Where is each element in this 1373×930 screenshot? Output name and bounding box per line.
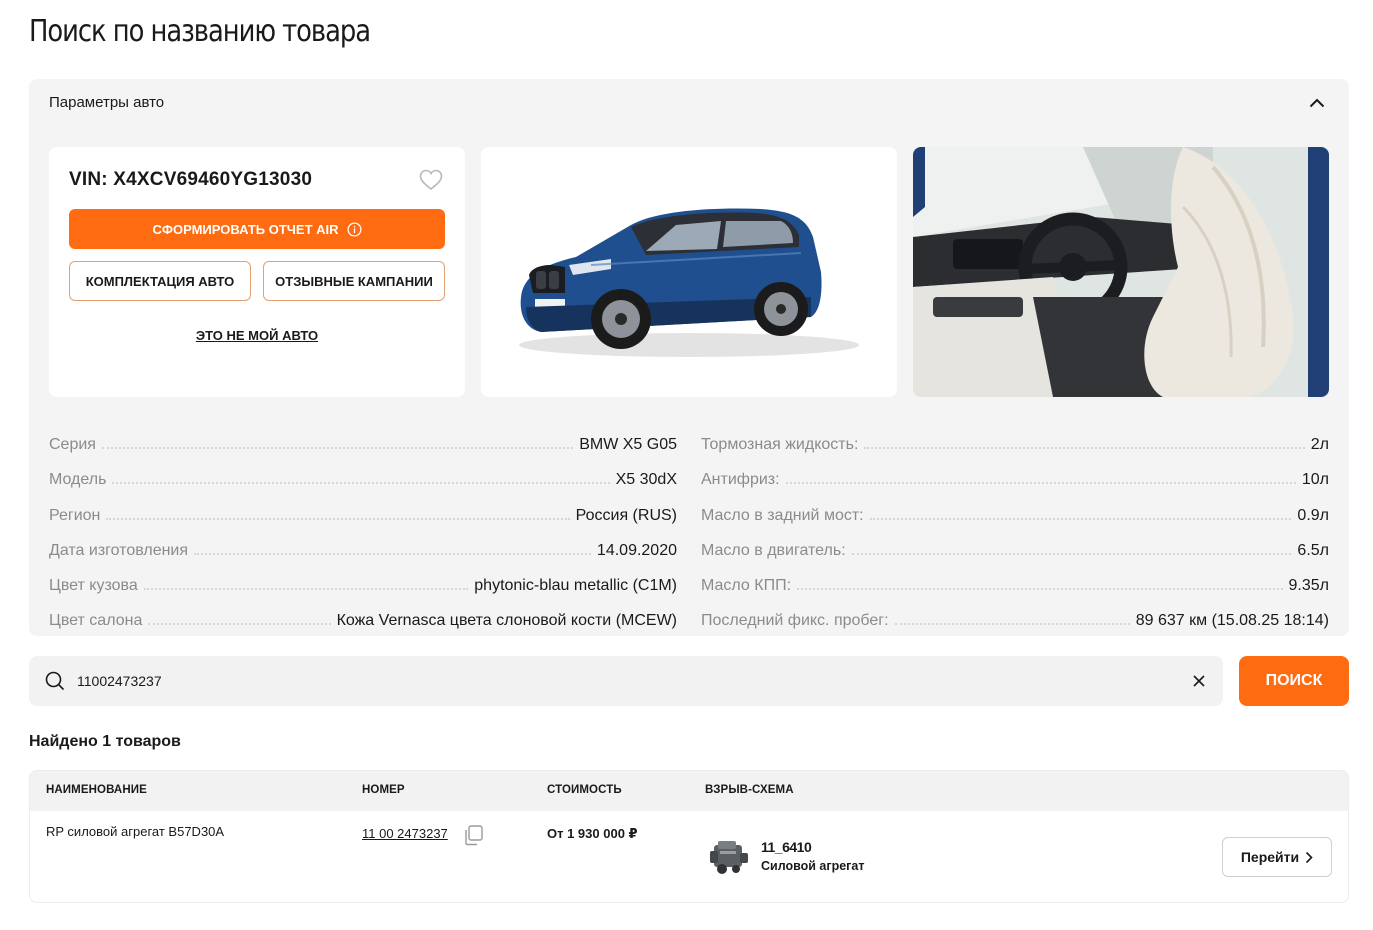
- spec-row-gearbox-oil: Масло КПП: 9.35л: [701, 560, 1329, 595]
- spec-label: Последний фикс. пробег:: [701, 612, 889, 630]
- results-table: НАИМЕНОВАНИЕ НОМЕР СТОИМОСТЬ ВЗРЫВ-СХЕМА…: [29, 770, 1349, 903]
- car-exterior-image: [519, 208, 859, 357]
- spec-row-series: Серия BMW X5 G05: [49, 419, 677, 454]
- spec-row-antifreeze: Антифриз: 10л: [701, 454, 1329, 489]
- page-title: Поиск по названию товара: [29, 14, 371, 49]
- spec-list-left: Серия BMW X5 G05 Модель X5 30dX Регион Р…: [49, 419, 677, 630]
- spec-label: Цвет кузова: [49, 576, 138, 594]
- spec-value: 14.09.2020: [596, 541, 677, 559]
- spec-label: Серия: [49, 436, 96, 454]
- spec-dots: [851, 552, 1292, 555]
- car-interior-image: [913, 147, 1329, 397]
- goto-button[interactable]: Перейти: [1222, 837, 1332, 877]
- spec-value: 10л: [1301, 471, 1329, 489]
- spec-value: Россия (RUS): [575, 506, 677, 524]
- close-icon[interactable]: [1191, 673, 1207, 689]
- spec-value: 89 637 км (15.08.25 18:14): [1135, 612, 1329, 630]
- spec-dots: [143, 587, 469, 590]
- heart-icon[interactable]: [419, 169, 443, 191]
- spec-label: Дата изготовления: [49, 541, 189, 559]
- spec-value: 6.5л: [1297, 541, 1329, 559]
- spec-dots: [894, 623, 1130, 626]
- column-header-name: НАИМЕНОВАНИЕ: [46, 784, 147, 796]
- results-count: Найдено 1 товаров: [29, 733, 181, 750]
- spec-dots: [148, 623, 331, 626]
- column-header-price: СТОИМОСТЬ: [547, 784, 622, 796]
- scheme-code: 11_6410: [761, 839, 812, 855]
- spec-dots: [869, 517, 1292, 520]
- chevron-right-icon: [1306, 851, 1313, 863]
- not-my-car-link[interactable]: ЭТО НЕ МОЙ АВТО: [49, 328, 465, 343]
- recall-campaigns-button[interactable]: ОТЗЫВНЫЕ КАМПАНИИ: [263, 261, 445, 301]
- generate-report-button[interactable]: СФОРМИРОВАТЬ ОТЧЕТ AIR: [69, 209, 445, 249]
- spec-label: Модель: [49, 471, 107, 489]
- info-icon: [347, 222, 362, 236]
- spec-label: Масло в задний мост:: [701, 506, 864, 524]
- goto-button-label: Перейти: [1240, 849, 1300, 865]
- spec-label: Цвет салона: [49, 612, 143, 630]
- spec-value: 0.9л: [1297, 506, 1329, 524]
- part-name: RP силовой агрегат B57D30A: [46, 824, 225, 839]
- spec-value: BMW X5 G05: [579, 436, 677, 454]
- car-params-panel: Параметры авто VIN: X4XCV69460YG13030 СФ…: [29, 79, 1349, 636]
- spec-row-mileage: Последний фикс. пробег: 89 637 км (15.08…: [701, 595, 1329, 630]
- spec-value: Кожа Vernasca цвета слоновой кости (MCEW…: [336, 612, 677, 630]
- search-icon: [45, 671, 65, 691]
- vin-card: VIN: X4XCV69460YG13030 СФОРМИРОВАТЬ ОТЧЕ…: [49, 147, 465, 397]
- part-price: От 1 930 000 ₽: [547, 826, 638, 841]
- chevron-up-icon: [1309, 98, 1325, 108]
- spec-label: Регион: [49, 506, 101, 524]
- collapse-button[interactable]: [1305, 91, 1329, 115]
- spec-row-production-date: Дата изготовления 14.09.2020: [49, 525, 677, 560]
- spec-label: Масло в двигатель:: [701, 541, 846, 559]
- spec-label: Тормозная жидкость:: [701, 436, 859, 454]
- spec-row-body-color: Цвет кузова phytonic-blau metallic (C1M): [49, 560, 677, 595]
- spec-dots: [864, 447, 1305, 450]
- car-interior-photo: [913, 147, 1329, 397]
- table-header: НАИМЕНОВАНИЕ НОМЕР СТОИМОСТЬ ВЗРЫВ-СХЕМА: [30, 771, 1348, 811]
- spec-dots: [106, 517, 570, 520]
- spec-label: Антифриз:: [701, 471, 780, 489]
- spec-dots: [194, 552, 591, 555]
- spec-dots: [101, 447, 574, 450]
- spec-row-rear-axle-oil: Масло в задний мост: 0.9л: [701, 489, 1329, 524]
- spec-value: phytonic-blau metallic (C1M): [474, 576, 677, 594]
- scheme-name: Силовой агрегат: [761, 859, 865, 873]
- search-button[interactable]: ПОИСК: [1239, 656, 1349, 706]
- spec-dots: [797, 587, 1283, 590]
- table-row: RP силовой агрегат B57D30A 11 00 2473237…: [30, 811, 1348, 902]
- spec-row-model: Модель X5 30dX: [49, 454, 677, 489]
- spec-value: X5 30dX: [615, 471, 677, 489]
- engine-thumbnail-icon: [710, 841, 748, 874]
- column-header-scheme: ВЗРЫВ-СХЕМА: [705, 784, 794, 796]
- spec-row-brake-fluid: Тормозная жидкость: 2л: [701, 419, 1329, 454]
- part-number-link[interactable]: 11 00 2473237: [362, 826, 448, 841]
- copy-icon[interactable]: [462, 824, 484, 846]
- column-header-number: НОМЕР: [362, 784, 405, 796]
- spec-row-engine-oil: Масло в двигатель: 6.5л: [701, 525, 1329, 560]
- equipment-button[interactable]: КОМПЛЕКТАЦИЯ АВТО: [69, 261, 251, 301]
- spec-dots: [112, 482, 610, 485]
- spec-dots: [785, 482, 1296, 485]
- search-box: [29, 656, 1223, 706]
- spec-row-interior-color: Цвет салона Кожа Vernasca цвета слоновой…: [49, 595, 677, 630]
- search-input[interactable]: [77, 656, 1157, 706]
- report-button-label: СФОРМИРОВАТЬ ОТЧЕТ AIR: [152, 221, 339, 237]
- spec-value: 9.35л: [1288, 576, 1329, 594]
- spec-row-region: Регион Россия (RUS): [49, 489, 677, 524]
- car-exterior-photo: [481, 147, 897, 397]
- spec-list-right: Тормозная жидкость: 2л Антифриз: 10л Мас…: [701, 419, 1329, 630]
- spec-label: Масло КПП:: [701, 576, 792, 594]
- params-header-title: Параметры авто: [49, 94, 165, 111]
- spec-value: 2л: [1310, 436, 1329, 454]
- vin-number: VIN: X4XCV69460YG13030: [69, 169, 313, 190]
